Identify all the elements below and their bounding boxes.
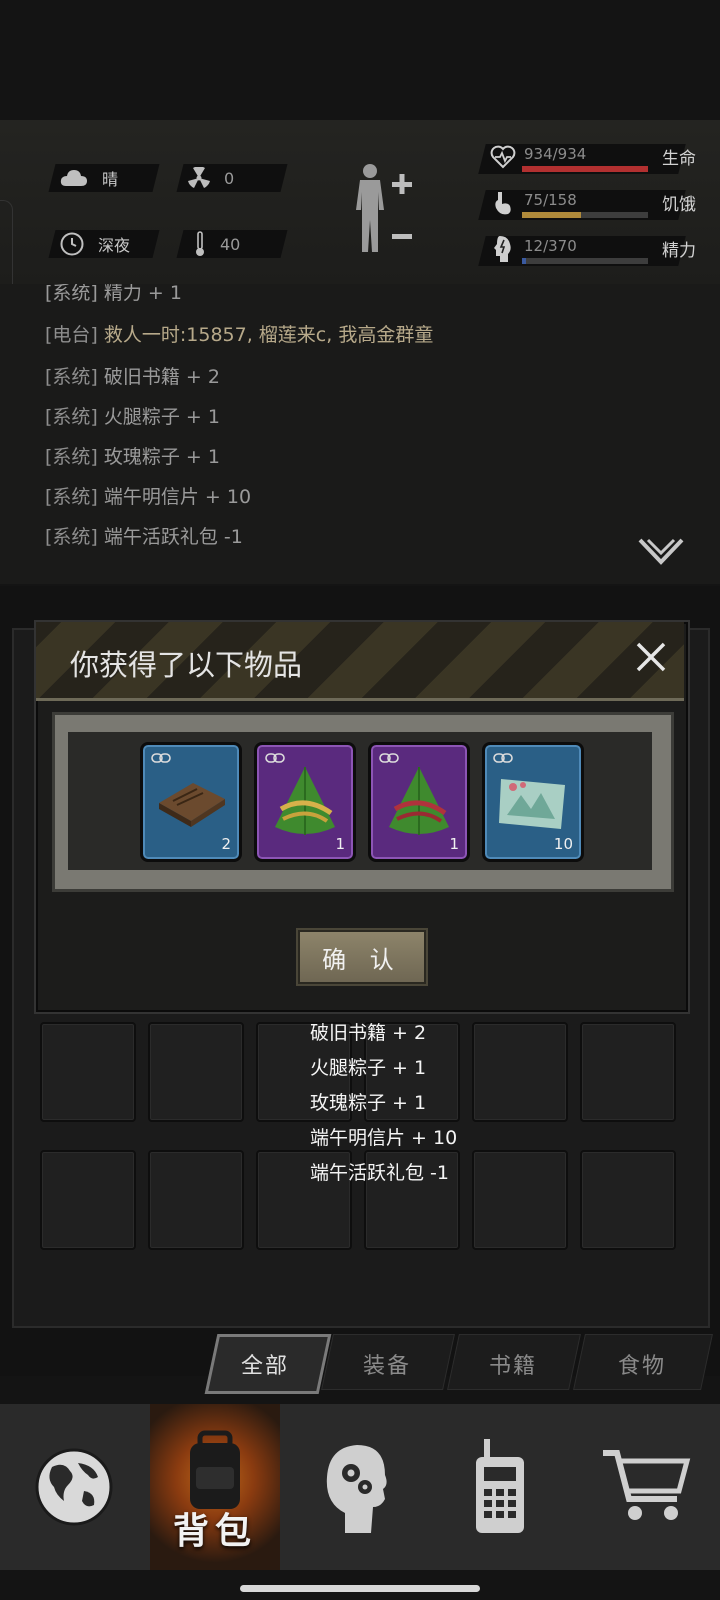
temperature-pill: 40 bbox=[194, 230, 240, 258]
tab-books-label: 书籍 bbox=[488, 1354, 537, 1379]
reward-item-count: 1 bbox=[449, 835, 459, 853]
nav-radio[interactable] bbox=[430, 1404, 570, 1570]
log-line: [系统] 破旧书籍 + 2 bbox=[45, 366, 220, 388]
nav-skills[interactable] bbox=[282, 1404, 428, 1570]
time-pill: 深夜 bbox=[60, 230, 130, 258]
link-icon bbox=[151, 753, 171, 763]
confirm-button[interactable]: 确 认 bbox=[298, 930, 426, 984]
weather-label: 晴 bbox=[102, 170, 119, 189]
radiation-pill: 0 bbox=[188, 164, 234, 192]
hunger-label: 饥饿 bbox=[662, 195, 696, 215]
head-gears-icon bbox=[326, 1445, 387, 1533]
toast-line: 火腿粽子 + 1 bbox=[310, 1057, 427, 1079]
radiation-icon bbox=[188, 167, 210, 188]
tab-equipment-label: 装备 bbox=[362, 1354, 411, 1379]
close-icon[interactable] bbox=[634, 640, 668, 674]
nav-map[interactable] bbox=[0, 1404, 148, 1570]
nav-backpack[interactable]: 背包 bbox=[150, 1404, 280, 1570]
thermometer-icon bbox=[196, 231, 204, 256]
toast-line: 破旧书籍 + 2 bbox=[310, 1022, 427, 1044]
old-book-icon bbox=[159, 783, 225, 827]
radiation-value: 0 bbox=[224, 168, 235, 188]
hunger-value: 75/158 bbox=[524, 191, 577, 209]
time-label: 深夜 bbox=[98, 236, 131, 255]
inventory-slot[interactable] bbox=[580, 1022, 676, 1122]
postcard-icon bbox=[499, 779, 565, 829]
health-label: 生命 bbox=[662, 149, 696, 169]
link-icon bbox=[265, 753, 285, 763]
cart-icon bbox=[603, 1450, 691, 1520]
link-icon bbox=[493, 753, 513, 763]
reward-item-count: 1 bbox=[335, 835, 345, 853]
reward-item-card[interactable]: 2 bbox=[140, 742, 242, 862]
energy-label: 精力 bbox=[662, 241, 696, 261]
reward-item-card[interactable]: 1 bbox=[368, 742, 470, 862]
toast-line: 端午明信片 + 10 bbox=[310, 1127, 458, 1149]
log-line: [系统] 端午明信片 + 10 bbox=[45, 486, 252, 508]
toast-line: 端午活跃礼包 -1 bbox=[310, 1162, 449, 1184]
nav-shop[interactable] bbox=[572, 1404, 720, 1570]
toast-line: 玫瑰粽子 + 1 bbox=[310, 1092, 427, 1114]
inventory-slot[interactable] bbox=[580, 1150, 676, 1250]
energy-icon bbox=[494, 236, 511, 262]
reward-item-count: 2 bbox=[221, 835, 231, 853]
energy-value: 12/370 bbox=[524, 237, 577, 255]
reward-dialog-title: 你获得了以下物品 bbox=[70, 648, 303, 682]
weather-pill: 晴 bbox=[60, 164, 118, 192]
hunger-bar bbox=[522, 212, 648, 218]
log-line: [系统] 玫瑰粽子 + 1 bbox=[45, 446, 220, 468]
reward-item-count: 10 bbox=[553, 835, 573, 853]
tab-food-label: 食物 bbox=[617, 1354, 666, 1379]
expand-log-chevron-icon[interactable] bbox=[638, 538, 684, 568]
log-line: [系统] 火腿粽子 + 1 bbox=[45, 406, 220, 428]
bottom-nav: 背包 bbox=[0, 1404, 720, 1570]
cloud-icon bbox=[60, 170, 87, 186]
nav-backpack-label: 背包 bbox=[172, 1511, 257, 1552]
log-line: [电台] 救人一时:15857, 榴莲来c, 我高金群童 bbox=[45, 324, 434, 346]
radio-icon bbox=[476, 1439, 524, 1533]
clock-icon bbox=[60, 232, 84, 256]
temperature-value: 40 bbox=[220, 234, 241, 254]
reward-item-card[interactable]: 1 bbox=[254, 742, 356, 862]
message-log[interactable]: [系统] 精力 + 1 [电台] 救人一时:15857, 榴莲来c, 我高金群童… bbox=[0, 284, 720, 584]
tab-all-label: 全部 bbox=[240, 1354, 289, 1379]
inventory-slot[interactable] bbox=[40, 1022, 136, 1122]
category-tabs: 全部 装备 书籍 食物 bbox=[204, 1334, 715, 1394]
inventory-slot[interactable] bbox=[148, 1150, 244, 1250]
link-icon bbox=[379, 753, 399, 763]
body-status-icon[interactable] bbox=[348, 162, 418, 254]
log-line: [系统] 端午活跃礼包 -1 bbox=[45, 526, 243, 548]
reward-item-card[interactable]: 10 bbox=[482, 742, 584, 862]
inventory-slot[interactable] bbox=[472, 1022, 568, 1122]
health-bar bbox=[522, 166, 648, 172]
heart-icon bbox=[490, 145, 516, 169]
log-line-partial: [系统] 精力 + 1 bbox=[45, 284, 182, 304]
stomach-icon bbox=[495, 192, 511, 215]
globe-icon bbox=[35, 1448, 113, 1526]
inventory-slot[interactable] bbox=[472, 1150, 568, 1250]
home-indicator[interactable] bbox=[240, 1585, 480, 1592]
health-value: 934/934 bbox=[524, 145, 587, 163]
inventory-slot[interactable] bbox=[148, 1022, 244, 1122]
inventory-slot[interactable] bbox=[40, 1150, 136, 1250]
zongzi-icon bbox=[275, 767, 335, 835]
energy-bar bbox=[522, 258, 648, 264]
zongzi-icon bbox=[389, 767, 449, 835]
